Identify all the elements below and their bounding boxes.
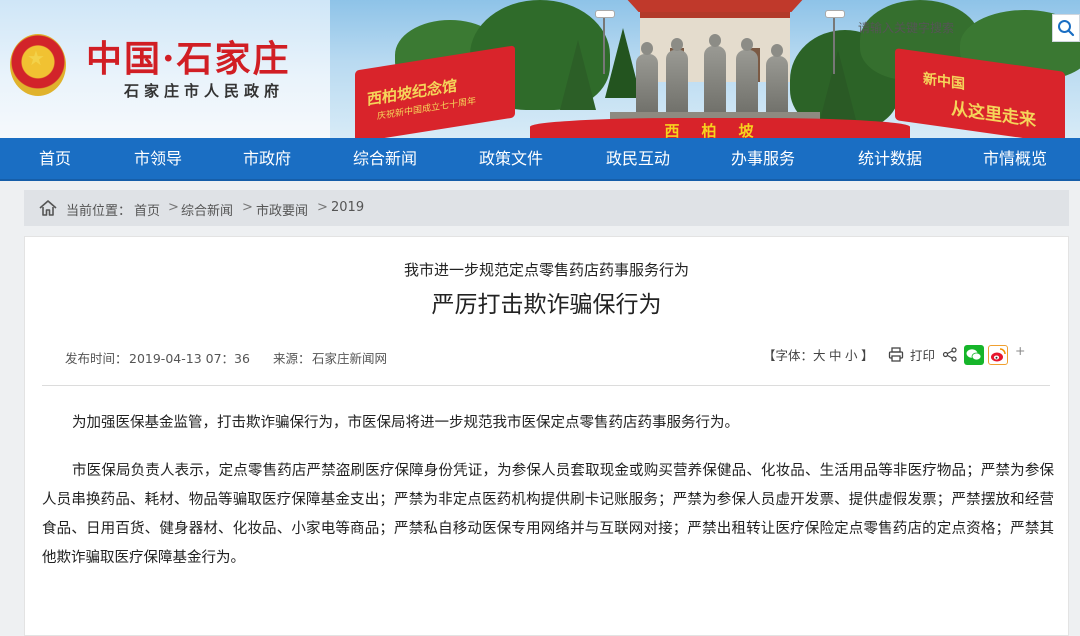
banner-lamp (825, 10, 845, 74)
print-link[interactable]: 打印 (910, 345, 935, 364)
wechat-icon[interactable] (964, 345, 984, 365)
search-input[interactable] (836, 18, 1062, 38)
breadcrumb-separator: > (242, 200, 253, 215)
font-size-medium[interactable]: 中 (829, 345, 842, 364)
font-size-close: 】 (861, 348, 874, 363)
breadcrumb-separator: > (317, 200, 328, 215)
nav-item-home[interactable]: 首页 (39, 138, 71, 179)
main-nav: 首页 市领导 市政府 综合新闻 政策文件 政民互动 办事服务 统计数据 市情概览 (0, 138, 1080, 181)
article-divider (42, 385, 1050, 386)
publish-time: 2019-04-13 07：36 (129, 351, 250, 366)
nav-item-policy[interactable]: 政策文件 (479, 138, 543, 179)
publish-label: 发布时间： (65, 351, 128, 366)
search-button[interactable] (1052, 14, 1080, 42)
source-name: 石家庄新闻网 (312, 351, 388, 366)
right-flag-line1: 新中国 (923, 70, 965, 93)
breadcrumb-news[interactable]: 综合新闻 (181, 200, 233, 219)
font-size-large[interactable]: 大 (813, 345, 826, 364)
font-size-label: 【字体： (763, 348, 814, 363)
nav-item-statistics[interactable]: 统计数据 (858, 138, 922, 179)
site-name[interactable]: 中国·石家庄 (86, 30, 291, 82)
nav-item-leaders[interactable]: 市领导 (134, 138, 182, 179)
nav-item-government[interactable]: 市政府 (243, 138, 291, 179)
font-size-small[interactable]: 小 (845, 345, 858, 364)
right-flag-line2: 从这里走来 (951, 98, 1036, 131)
banner-statues (628, 34, 798, 120)
national-emblem-icon (10, 34, 66, 96)
header-banner: 西柏坡 西柏坡纪念馆 庆祝新中国成立七十周年 新中国 从这里走来 中国·石家庄 … (0, 0, 1080, 138)
article-paragraph: 为加强医保基金监管，打击欺诈骗保行为，市医保局将进一步规范我市医保定点零售药店药… (72, 415, 739, 431)
search-box (836, 14, 1062, 42)
home-icon (39, 200, 57, 216)
banner-lamp (595, 10, 615, 74)
breadcrumb: 当前位置： 首页 > 综合新闻 > 市政要闻 > 2019 (24, 190, 1069, 226)
search-icon (1058, 20, 1075, 37)
breadcrumb-home[interactable]: 首页 (134, 200, 160, 219)
nav-item-news[interactable]: 综合新闻 (353, 138, 417, 179)
breadcrumb-city-news[interactable]: 市政要闻 (256, 200, 308, 219)
source-label: 来源： (273, 351, 311, 366)
banner-flower-bed: 西柏坡 (530, 118, 910, 138)
breadcrumb-separator: > (168, 200, 179, 215)
nav-item-interaction[interactable]: 政民互动 (606, 138, 670, 179)
article-kicker: 我市进一步规范定点零售药店药事服务行为 (403, 261, 689, 279)
article-panel: 我市进一步规范定点零售药店药事服务行为 严厉打击欺诈骗保行为 发布时间： 201… (24, 236, 1069, 636)
printer-icon[interactable] (888, 347, 904, 362)
breadcrumb-prefix: 当前位置： (66, 204, 132, 219)
breadcrumb-year[interactable]: 2019 (331, 200, 364, 215)
site-subtitle: 石家庄市人民政府 (124, 82, 285, 100)
article-headline: 严厉打击欺诈骗保行为 (431, 292, 662, 318)
banner-pine (560, 40, 596, 110)
share-icon[interactable] (942, 347, 958, 362)
nav-item-services[interactable]: 办事服务 (731, 138, 795, 179)
flower-bed-text: 西柏坡 (664, 122, 776, 138)
share-more-button[interactable]: + (1015, 343, 1025, 358)
weibo-icon[interactable] (988, 345, 1008, 365)
banner-pine (820, 50, 856, 120)
article-paragraph: 市医保局负责人表示，定点零售药店严禁盗刷医疗保障身份凭证，为参保人员套取现金或购… (42, 463, 1054, 566)
nav-item-overview[interactable]: 市情概览 (983, 138, 1047, 179)
